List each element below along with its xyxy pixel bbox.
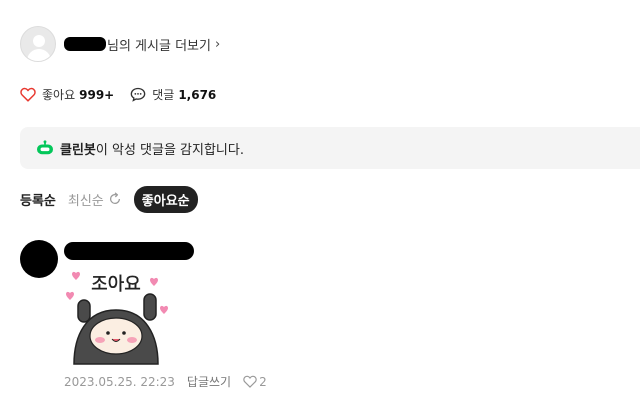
- sticker-heart-icon: [66, 291, 74, 300]
- sticker-heart-icon: [160, 305, 168, 314]
- like-count: 999+: [79, 87, 115, 102]
- redacted-commenter-name[interactable]: [64, 242, 194, 260]
- comment-count: 1,676: [178, 87, 217, 102]
- sort-recent-label: 최신순: [67, 193, 104, 209]
- avatar[interactable]: [20, 240, 58, 278]
- sticker-text: 조아요: [91, 274, 141, 295]
- chevron-right-icon: ›: [214, 36, 221, 52]
- cleanbot-banner[interactable]: 클린봇 이 악성 댓글을 감지합니다.: [20, 127, 640, 169]
- like-label: 좋아요: [42, 88, 76, 102]
- reply-button[interactable]: 답글쓰기: [187, 373, 231, 390]
- cleanbot-message: 이 악성 댓글을 감지합니다.: [95, 142, 244, 158]
- author-posts-label: 님의 게시글 더보기: [107, 38, 211, 54]
- redacted-author-name: [64, 37, 106, 51]
- sticker-image: 조아요: [66, 271, 168, 365]
- robot-icon: [37, 140, 53, 155]
- author-link[interactable]: 님의 게시글 더보기 ›: [20, 26, 220, 62]
- comment-like-count: 2: [259, 374, 267, 389]
- comment-meta: 2023.05.25. 22:23 답글쓰기 2: [64, 373, 267, 390]
- sort-recent[interactable]: 최신순: [68, 190, 122, 209]
- sticker-heart-icon: [72, 271, 80, 280]
- comment-date: 2023.05.25. 22:23: [64, 374, 175, 389]
- like-button[interactable]: 좋아요 999+: [20, 86, 114, 103]
- comment-count-button[interactable]: 댓글 1,676: [130, 86, 216, 103]
- comment-label: 댓글: [152, 88, 175, 102]
- comment-sort-tabs: 등록순 최신순 좋아요순: [20, 185, 210, 213]
- post-stats: 좋아요 999+ 댓글 1,676: [20, 86, 232, 103]
- sort-liked[interactable]: 좋아요순: [133, 185, 198, 213]
- heart-outline-icon: [20, 87, 36, 102]
- comment-like-button[interactable]: 2: [243, 375, 267, 389]
- cleanbot-name: 클린봇: [60, 142, 96, 158]
- sticker-heart-icon: [150, 277, 158, 286]
- default-avatar-icon: [20, 26, 56, 62]
- speech-bubble-icon: [130, 87, 146, 102]
- heart-outline-icon: [243, 375, 257, 388]
- sort-registered[interactable]: 등록순: [20, 190, 56, 209]
- refresh-icon: [109, 192, 120, 204]
